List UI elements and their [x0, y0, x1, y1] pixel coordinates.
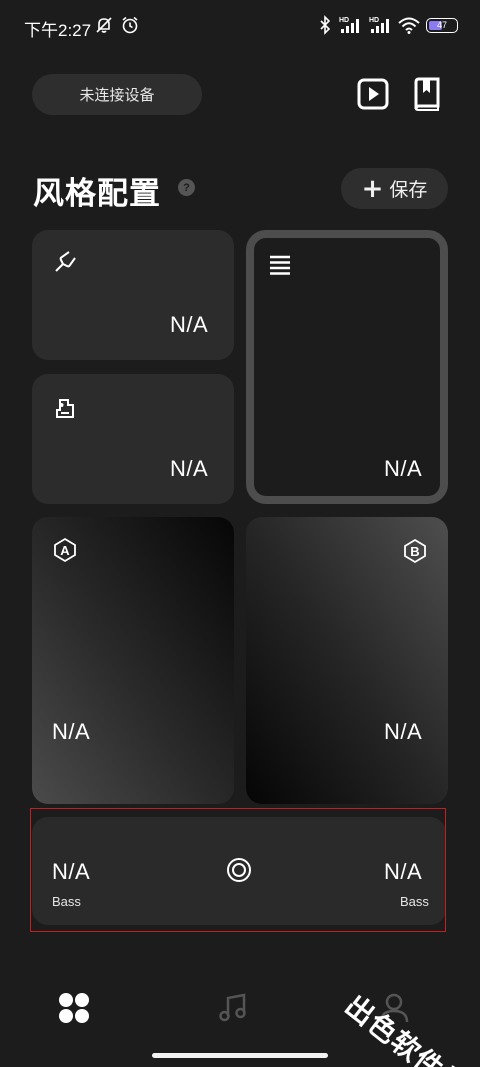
list-card[interactable]: N/A	[246, 230, 448, 504]
battery-level: 47	[436, 20, 447, 30]
tuning-fork-icon	[55, 251, 76, 272]
tuning-value: N/A	[170, 312, 209, 337]
music-note-icon[interactable]	[216, 990, 252, 1026]
hd-signal-icon: HD	[369, 17, 389, 33]
home-indicator[interactable]	[152, 1053, 328, 1058]
help-icon[interactable]: ?	[178, 179, 195, 196]
equalizer-value: N/A	[170, 456, 209, 481]
device-connection-button[interactable]: 未连接设备	[32, 74, 202, 115]
badge-b-icon: B	[404, 538, 426, 564]
play-icon[interactable]	[357, 76, 389, 112]
battery-icon: 47	[426, 17, 458, 33]
badge-a-icon: A	[54, 537, 76, 563]
plus-icon: +	[361, 173, 384, 204]
preset-a-value: N/A	[52, 719, 91, 744]
mute-notification-icon	[96, 17, 112, 33]
bluetooth-icon	[320, 15, 331, 35]
status-time: 下午2:27	[24, 21, 92, 40]
preset-a-card[interactable]: A N/A	[32, 517, 234, 804]
alarm-icon	[122, 16, 138, 34]
svg-text:A: A	[60, 543, 70, 558]
save-button[interactable]: + 保存	[341, 168, 448, 209]
tuning-card[interactable]: N/A	[32, 230, 234, 360]
svg-text:HD: HD	[369, 17, 379, 24]
grid-icon[interactable]	[56, 990, 92, 1026]
save-label: 保存	[389, 179, 428, 201]
device-status-label: 未连接设备	[79, 86, 155, 104]
page-title: 风格配置	[33, 176, 161, 212]
highlight-box	[30, 808, 446, 932]
preset-b-card[interactable]: B N/A	[246, 517, 448, 804]
list-icon	[270, 255, 290, 275]
preset-b-value: N/A	[384, 719, 423, 744]
bookmark-icon[interactable]	[411, 76, 443, 112]
equalizer-card[interactable]: N/A	[32, 374, 234, 504]
equalizer-icon	[56, 399, 74, 418]
svg-text:B: B	[410, 544, 419, 559]
wifi-icon	[398, 17, 420, 34]
svg-text:HD: HD	[339, 17, 349, 24]
status-bar: 下午2:27 HD HD 47	[0, 0, 480, 56]
hd-signal-icon: HD	[339, 17, 359, 33]
list-value: N/A	[384, 456, 423, 481]
